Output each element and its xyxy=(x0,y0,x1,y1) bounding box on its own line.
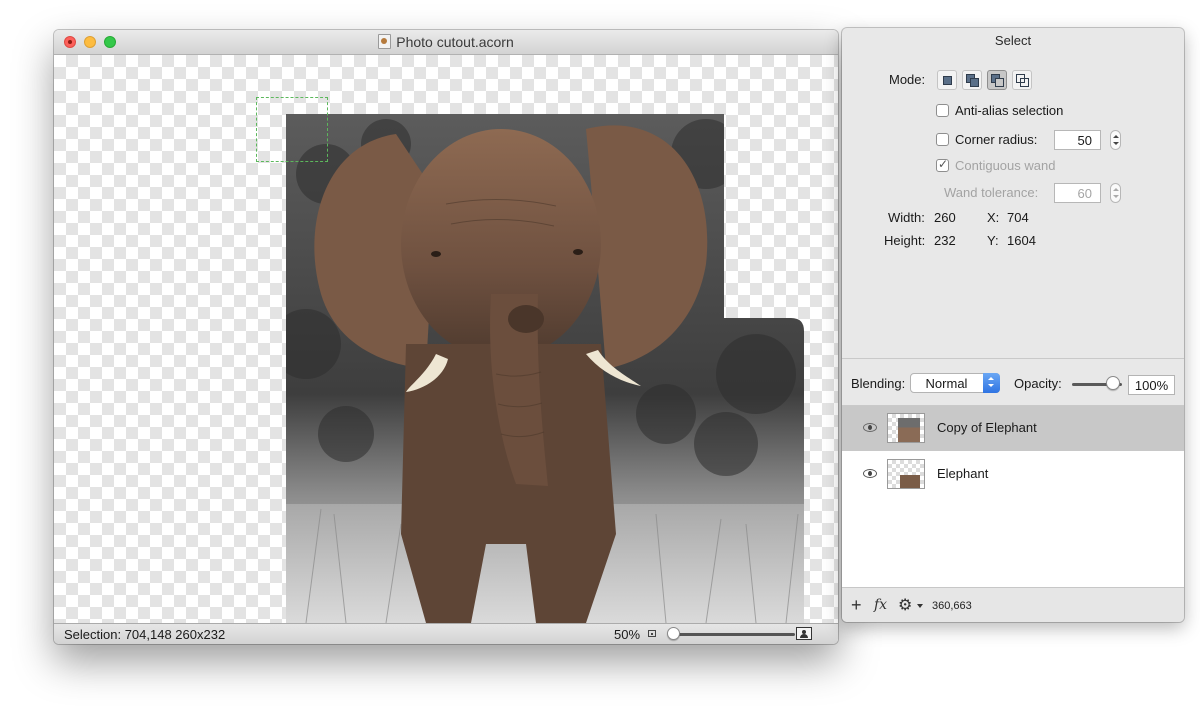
contiguous-wand-label: Contiguous wand xyxy=(955,158,1056,173)
mode-label: Mode: xyxy=(889,72,926,87)
wand-tolerance-label: Wand tolerance: xyxy=(944,185,1039,200)
height-value: 232 xyxy=(934,233,956,248)
width-value: 260 xyxy=(934,210,956,225)
layer-name: Copy of Elephant xyxy=(937,420,1037,435)
palette-divider xyxy=(842,358,1184,359)
x-label: X: xyxy=(987,210,1000,225)
mode-intersect-selection-button[interactable] xyxy=(1012,70,1032,90)
x-value: 704 xyxy=(1007,210,1029,225)
opacity-slider-knob[interactable] xyxy=(1106,376,1120,390)
corner-radius-field[interactable]: 50 xyxy=(1054,130,1101,150)
anti-alias-label: Anti-alias selection xyxy=(955,103,1064,118)
opacity-field[interactable]: 100% xyxy=(1128,375,1175,395)
wand-tolerance-stepper[interactable] xyxy=(1110,183,1121,203)
add-layer-button[interactable]: + xyxy=(851,595,862,616)
opacity-label: Opacity: xyxy=(1014,376,1062,391)
document-proxy-icon[interactable] xyxy=(378,34,392,49)
blending-mode-value: Normal xyxy=(925,376,968,391)
filters-fx-button[interactable]: fx xyxy=(874,597,887,613)
width-label: Width: xyxy=(888,210,925,225)
corner-radius-stepper[interactable] xyxy=(1110,130,1121,150)
layers-footer: + fx ⚙ 360,663 xyxy=(842,587,1184,622)
y-value: 1604 xyxy=(1007,233,1036,248)
intersect-selection-icon-part xyxy=(1020,78,1029,87)
selection-info: Selection: 704,148 260x232 xyxy=(64,627,226,642)
layer-thumbnail xyxy=(887,459,925,489)
layers-list: Copy of Elephant Elephant xyxy=(842,405,1184,588)
mode-new-selection-button[interactable] xyxy=(937,70,957,90)
selection-marquee[interactable] xyxy=(256,97,328,162)
y-label: Y: xyxy=(987,233,999,248)
anti-alias-checkbox[interactable] xyxy=(936,104,949,117)
window-title: Photo cutout.acorn xyxy=(396,34,514,50)
zoom-out-icon[interactable] xyxy=(648,630,656,637)
zoom-slider[interactable] xyxy=(671,633,795,636)
elephant-photo[interactable] xyxy=(286,114,804,623)
visibility-eye-icon[interactable] xyxy=(863,423,877,432)
corner-radius-checkbox[interactable] xyxy=(936,133,949,146)
visibility-eye-icon[interactable] xyxy=(863,469,877,478)
wand-tolerance-field[interactable]: 60 xyxy=(1054,183,1101,203)
blending-label: Blending: xyxy=(851,376,906,391)
gear-icon[interactable]: ⚙ xyxy=(898,595,912,615)
zoom-slider-knob[interactable] xyxy=(667,627,680,640)
corner-radius-label: Corner radius: xyxy=(955,132,1038,147)
select-tool-palette: Select Mode: Anti-alias selection Corner… xyxy=(842,28,1184,622)
document-window: Photo cutout.acorn Selection: 704,148 26… xyxy=(54,30,838,644)
blending-mode-select[interactable]: Normal xyxy=(910,373,1000,393)
image-canvas[interactable] xyxy=(54,55,838,623)
layer-row-elephant[interactable]: Elephant xyxy=(842,452,1184,497)
status-bar: Selection: 704,148 260x232 50% xyxy=(54,623,838,644)
layer-name: Elephant xyxy=(937,466,989,481)
palette-title: Select xyxy=(994,33,1032,48)
layer-thumbnail xyxy=(887,413,925,443)
select-arrows-icon xyxy=(983,373,1000,393)
chevron-down-icon[interactable] xyxy=(917,604,923,608)
contiguous-wand-checkbox[interactable] xyxy=(936,157,949,172)
add-selection-icon-part xyxy=(970,78,979,87)
mode-subtract-selection-button[interactable] xyxy=(987,70,1007,90)
window-title-group: Photo cutout.acorn xyxy=(54,34,838,50)
zoom-level: 50% xyxy=(614,627,641,642)
layer-row-copy-of-elephant[interactable]: Copy of Elephant xyxy=(842,406,1184,451)
title-bar[interactable]: Photo cutout.acorn xyxy=(54,30,838,55)
mode-add-selection-button[interactable] xyxy=(962,70,982,90)
zoom-in-icon[interactable] xyxy=(796,627,812,640)
new-selection-icon xyxy=(943,76,952,85)
height-label: Height: xyxy=(884,233,926,248)
subtract-selection-icon-part xyxy=(995,78,1004,87)
cursor-coordinates: 360,663 xyxy=(932,600,972,612)
